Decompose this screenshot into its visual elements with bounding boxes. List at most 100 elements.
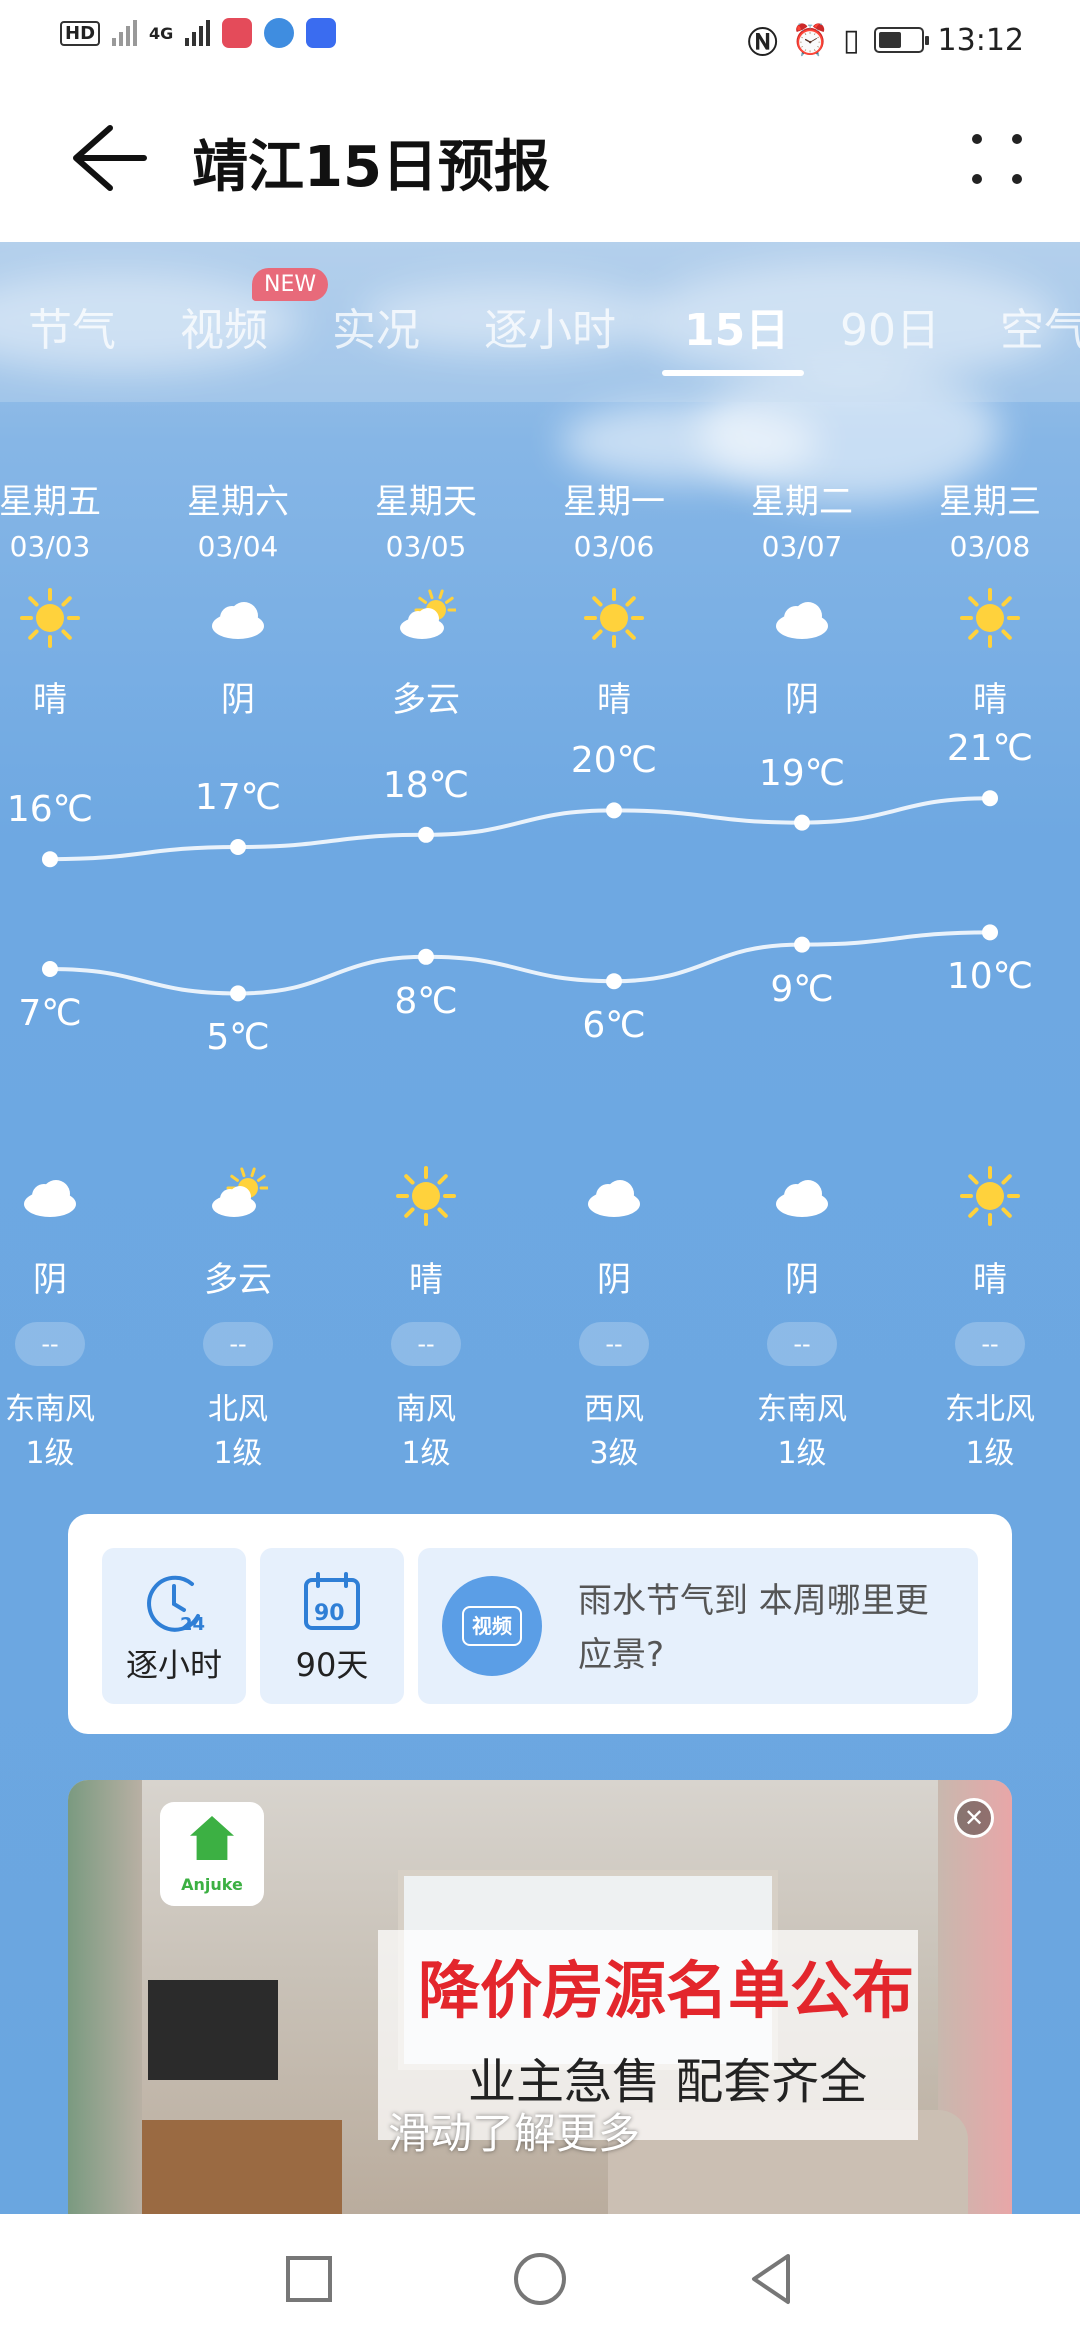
high-temp-point <box>42 851 58 868</box>
wind-direction: 西风 <box>584 1392 644 1427</box>
ad-banner[interactable]: Anjuke ✕ 降价房源名单公布 业主急售 配套齐全 滑动了解更多 <box>68 1780 1012 2260</box>
high-temp-point <box>418 826 434 843</box>
low-temp-point <box>794 936 810 953</box>
sun-icon <box>0 588 144 648</box>
app-header: 靖江15日预报 <box>0 76 1080 242</box>
high-temp-label: 18℃ <box>382 764 470 806</box>
ad-room-tv <box>148 1980 278 2080</box>
air-quality-pill: -- <box>708 1322 896 1366</box>
night-weather: 晴 <box>973 1260 1007 1300</box>
wind-level: 1级 <box>25 1436 75 1471</box>
hd-icon: HD <box>60 20 101 46</box>
day-weather: 阴 <box>785 680 819 720</box>
cloud-icon <box>708 1166 896 1226</box>
air-quality-pill: -- <box>520 1322 708 1366</box>
low-temp-point <box>418 948 434 965</box>
low-temp-label: 7℃ <box>18 993 82 1034</box>
day-weather: 晴 <box>597 680 631 720</box>
day-weather: 多云 <box>392 680 460 720</box>
low-temp-label: 5℃ <box>206 1017 270 1059</box>
day-date: 03/04 <box>197 530 279 563</box>
low-temp-label: 8℃ <box>394 980 458 1022</box>
day-weather: 晴 <box>973 680 1007 720</box>
tab-hourly[interactable]: 逐小时 <box>484 294 616 358</box>
tab-video[interactable]: 视频 <box>180 294 268 358</box>
vibrate-icon: ▯ <box>843 22 860 58</box>
video-title: 雨水节气到 本周哪里更应景? <box>578 1581 929 1675</box>
sun-icon <box>896 1166 1080 1226</box>
night-weather: 阴 <box>785 1260 819 1300</box>
tab-air[interactable]: 空气 <box>1000 294 1080 358</box>
partly-cloudy-icon <box>332 588 520 648</box>
network-type: 4G <box>149 23 174 43</box>
tab-90-day[interactable]: 90日 <box>840 294 940 358</box>
high-temp-point <box>606 802 622 819</box>
partly-cloudy-icon <box>144 1166 332 1226</box>
low-temp-label: 9℃ <box>770 968 834 1010</box>
ad-close-button[interactable]: ✕ <box>954 1798 994 1838</box>
sun-icon <box>896 588 1080 648</box>
calendar-90-icon: 90 <box>304 1572 360 1630</box>
day-weather: 阴 <box>221 680 255 720</box>
night-weather: 晴 <box>409 1260 443 1300</box>
ad-headline: 降价房源名单公布 <box>418 1954 915 2027</box>
back-arrow-icon <box>73 125 147 191</box>
svg-text:90: 90 <box>314 1601 345 1626</box>
battery-icon <box>873 27 929 53</box>
hourly-shortcut-label: 逐小时 <box>125 1646 222 1684</box>
air-quality-pill: -- <box>0 1322 144 1366</box>
tab-live[interactable]: 实况 <box>332 294 420 358</box>
wind-direction: 北风 <box>208 1392 268 1427</box>
video-shortcut-button[interactable]: 视频 雨水节气到 本周哪里更应景? <box>418 1548 978 1704</box>
air-quality-pill: -- <box>896 1322 1080 1366</box>
signal-icon-2 <box>185 20 211 46</box>
status-bar: HD 4G Ⓝ ⏰ ▯ 13:12 <box>0 0 1080 76</box>
day-date: 03/06 <box>573 530 655 563</box>
days90-shortcut-label: 90天 <box>295 1646 369 1684</box>
alarm-icon: ⏰ <box>791 22 830 58</box>
wind-level: 1级 <box>777 1436 827 1471</box>
wind-direction: 东南风 <box>757 1392 847 1427</box>
day-date: 03/03 <box>9 530 91 563</box>
page-title: 靖江15日预报 <box>192 135 550 200</box>
tab-15-day[interactable]: 15日 <box>684 294 789 358</box>
wind-direction: 东南风 <box>5 1392 95 1427</box>
back-nav-button[interactable] <box>736 2244 806 2314</box>
low-temp-label: 10℃ <box>946 956 1034 998</box>
home-button[interactable] <box>505 2244 575 2314</box>
active-tab-indicator <box>662 370 804 376</box>
high-temp-point <box>794 814 810 831</box>
signal-icon <box>112 20 138 46</box>
high-temp-label: 21℃ <box>946 728 1034 770</box>
system-nav-bar <box>0 2214 1080 2340</box>
ad-swipe-hint: 滑动了解更多 <box>388 2109 641 2158</box>
recents-button[interactable] <box>274 2244 344 2314</box>
high-temp-point <box>982 790 998 807</box>
cloud-icon <box>708 588 896 648</box>
day-date: 03/05 <box>385 530 467 563</box>
more-menu-button[interactable] <box>960 122 1040 202</box>
shortcut-card: 24 逐小时 90 90天 视频 雨水节气到 本周哪里更应景? <box>68 1514 1012 1734</box>
hourly-shortcut-button[interactable]: 24 逐小时 <box>102 1548 246 1704</box>
wind-level: 3级 <box>589 1436 639 1471</box>
day-weekday: 星期天 <box>375 482 477 522</box>
high-temp-point <box>230 839 246 855</box>
wind-direction: 东北风 <box>945 1392 1035 1427</box>
new-badge: NEW <box>252 268 329 301</box>
air-quality-pill: -- <box>144 1322 332 1366</box>
tab-bar: 节气 视频 NEW 实况 逐小时 15日 90日 空气 <box>0 242 1080 402</box>
tab-solar-term[interactable]: 节气 <box>28 294 116 358</box>
house-icon <box>190 1816 234 1860</box>
cloud-icon <box>520 1166 708 1226</box>
days90-shortcut-button[interactable]: 90 90天 <box>260 1548 404 1704</box>
notification-browser-icon <box>264 18 295 48</box>
day-weekday: 星期五 <box>0 482 101 522</box>
back-button[interactable] <box>60 118 150 198</box>
high-temp-label: 20℃ <box>570 740 658 782</box>
wind-level: 1级 <box>401 1436 451 1471</box>
sun-icon <box>332 1166 520 1226</box>
cloud-icon <box>144 588 332 648</box>
clock: 13:12 <box>937 22 1024 58</box>
wind-direction: 南风 <box>396 1392 456 1427</box>
day-weekday: 星期一 <box>563 482 665 522</box>
